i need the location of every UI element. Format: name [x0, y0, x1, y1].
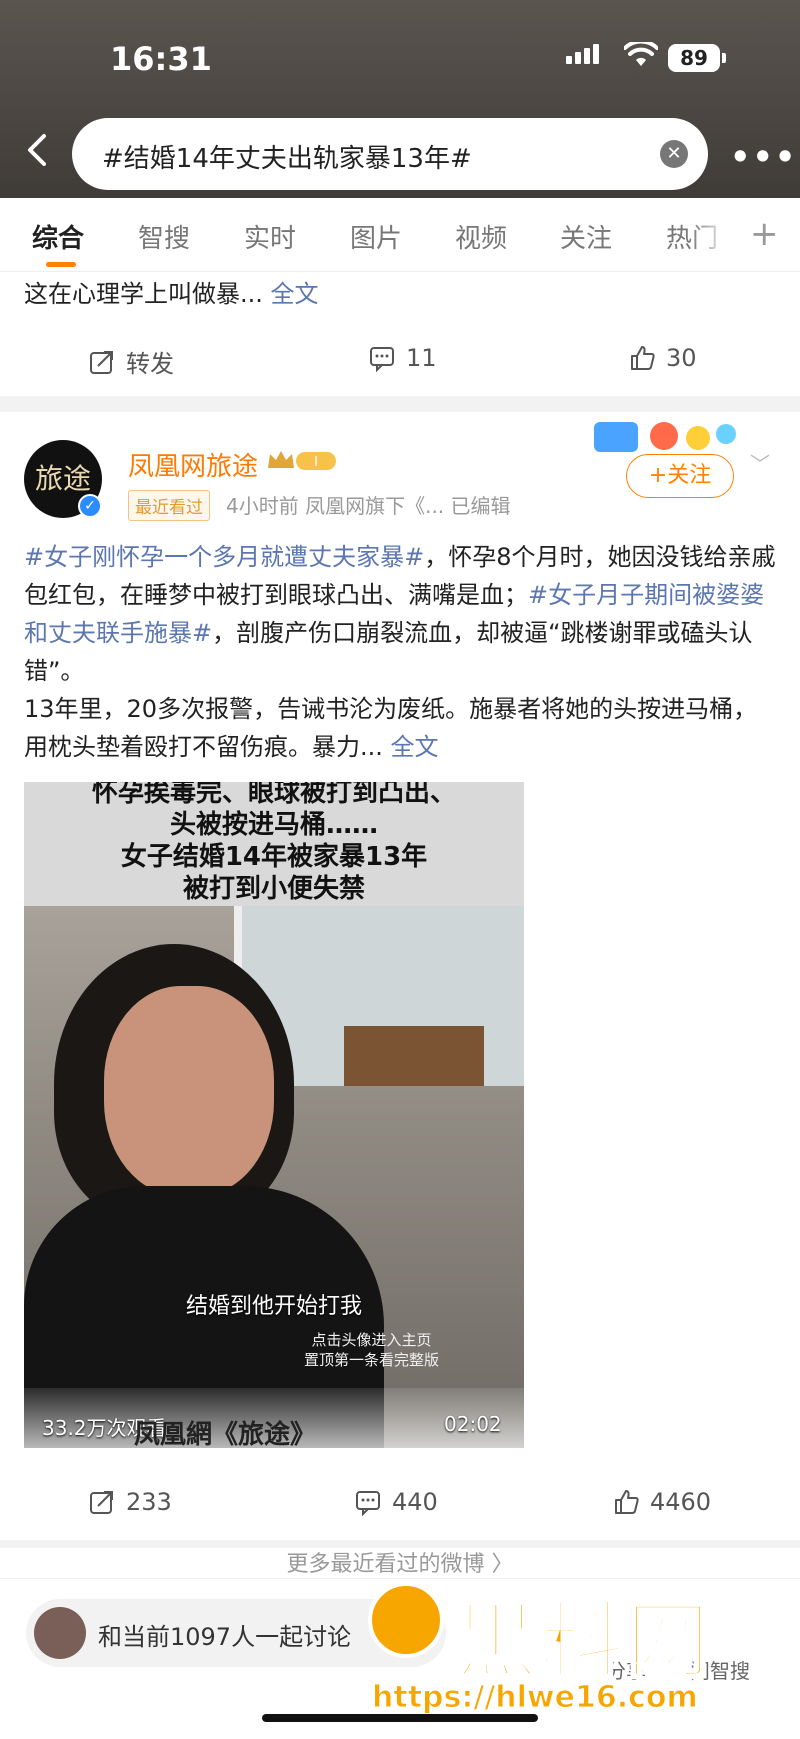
home-indicator[interactable] — [262, 1714, 538, 1722]
video-player[interactable]: 怀孕挨毒完、眼球被打到凸出、 头被按进马桶…… 女子结婚14年被家暴13年 被打… — [24, 782, 524, 1448]
previous-post-snippet: 这在心理学上叫做暴... — [24, 280, 263, 308]
background-box — [344, 1026, 484, 1086]
search-query: #结婚14年丈夫出轨家暴13年# — [102, 144, 472, 174]
tab-comprehensive[interactable]: 综合 — [32, 218, 84, 255]
person-face — [104, 986, 274, 1196]
repost-button[interactable]: 233 — [88, 1488, 172, 1516]
author-name[interactable]: 凤凰网旅途 — [128, 446, 258, 483]
hashtag-link[interactable]: #女子刚怀孕一个多月就遭丈夫家暴# — [24, 543, 424, 571]
chevron-down-icon[interactable]: ﹀ — [750, 448, 770, 477]
video-frame — [24, 906, 524, 1448]
video-brand: 凤凰網《旅途》 — [134, 1420, 317, 1448]
video-duration: 02:02 — [444, 1412, 502, 1436]
full-text-link[interactable]: 全文 — [271, 280, 319, 308]
back-arrow-icon[interactable] — [18, 130, 58, 170]
like-count: 4460 — [650, 1488, 712, 1516]
wifi-icon — [624, 42, 658, 66]
full-text-link[interactable]: 全文 — [391, 733, 439, 761]
watermark-logo-icon — [368, 1582, 444, 1658]
verified-icon: ✓ — [78, 494, 102, 518]
tab-following[interactable]: 关注 — [560, 218, 612, 255]
tab-images[interactable]: 图片 — [350, 218, 402, 255]
top-header: 16:31 89 #结婚14年丈夫出轨家暴13年# ✕ ••• — [0, 0, 800, 198]
signal-icon — [566, 44, 602, 64]
previous-post-actions: 转发 11 30 — [0, 330, 800, 390]
tab-realtime[interactable]: 实时 — [244, 218, 296, 255]
comment-count: 440 — [392, 1488, 438, 1516]
previous-post-text: 这在心理学上叫做暴... 全文 — [24, 274, 319, 309]
tab-smart-search[interactable]: 智搜 — [138, 218, 190, 255]
repost-icon — [90, 350, 113, 374]
like-button[interactable]: 30 — [628, 344, 697, 372]
post-body: #女子刚怀孕一个多月就遭丈夫家暴#，怀孕8个月时，她因没钱给亲戚包红包，在睡梦中… — [24, 538, 776, 766]
follow-button[interactable]: +关注 — [626, 454, 734, 498]
video-subtitle: 结婚到他开始打我 — [185, 1294, 362, 1319]
post-meta: 4小时前 凤凰网旗下《... 已编辑 — [226, 494, 511, 518]
more-options-icon[interactable]: ••• — [730, 138, 797, 176]
watermark-url: https://hlwe16.com — [372, 1680, 699, 1716]
holiday-promo-icon — [594, 422, 736, 452]
active-tab-indicator — [46, 262, 76, 267]
video-hint: 点击头像进入主页 置顶第一条看完整版 — [304, 1330, 439, 1370]
add-tab-icon[interactable]: + — [750, 214, 779, 254]
watermark-text: 黑料网 — [452, 1591, 713, 1692]
discussion-prompt: 和当前1097人一起讨论 — [98, 1623, 352, 1651]
video-caption-line: 被打到小便失禁 — [182, 874, 365, 904]
clear-icon[interactable]: ✕ — [660, 140, 688, 168]
comment-count: 11 — [406, 344, 437, 372]
like-button[interactable]: 4460 — [612, 1488, 711, 1516]
status-time: 16:31 — [110, 40, 212, 78]
comment-icon — [356, 1491, 380, 1516]
repost-count: 233 — [126, 1488, 172, 1516]
search-tabs: 综合 智搜 实时 图片 视频 关注 热门 — [0, 198, 800, 272]
avatar — [34, 1607, 86, 1659]
tab-videos[interactable]: 视频 — [455, 218, 507, 255]
svg-text:I: I — [314, 455, 318, 470]
crown-badge-icon: I — [268, 451, 336, 470]
video-hint-line: 置顶第一条看完整版 — [304, 1351, 440, 1369]
like-icon — [615, 1490, 639, 1514]
repost-button[interactable]: 转发 — [88, 344, 174, 379]
comment-button[interactable]: 440 — [354, 1488, 438, 1516]
comment-icon — [370, 347, 394, 372]
post-actions: 233 440 4460 — [0, 1474, 800, 1534]
like-icon — [631, 346, 655, 370]
watermark: 黑料网 — [368, 1574, 768, 1692]
like-count: 30 — [666, 344, 697, 372]
comment-button[interactable]: 11 — [368, 344, 437, 372]
repost-label: 转发 — [126, 350, 174, 378]
video-hint-line: 点击头像进入主页 — [311, 1331, 432, 1349]
repost-icon — [90, 1491, 113, 1514]
search-input[interactable]: #结婚14年丈夫出轨家暴13年# ✕ — [72, 118, 708, 190]
post-divider — [0, 396, 800, 412]
recently-viewed-tag: 最近看过 — [128, 490, 210, 521]
video-caption-area: 怀孕挨毒完、眼球被打到凸出、 头被按进马桶…… 女子结婚14年被家暴13年 被打… — [24, 782, 524, 906]
tab-fade — [690, 198, 730, 268]
battery-indicator: 89 — [668, 44, 726, 72]
